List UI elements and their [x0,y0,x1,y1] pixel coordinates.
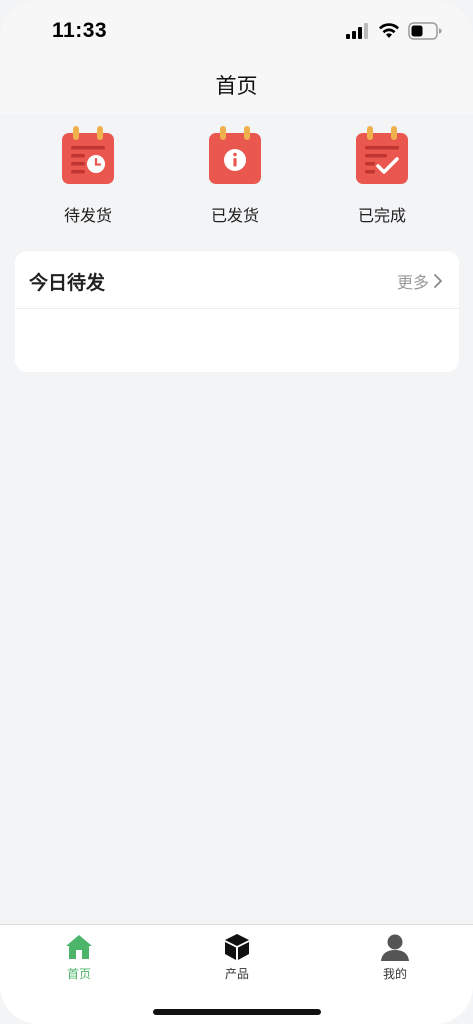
calendar-check-icon [356,126,408,184]
order-status-menu: 待发货 已发货 已完成 [0,120,473,230]
quick-item-completed[interactable]: 已完成 [322,126,442,226]
battery-icon [408,22,442,40]
quick-item-label: 已完成 [357,206,406,225]
status-time: 11:33 [52,19,108,42]
tab-products[interactable]: 产品 [177,933,297,982]
calendar-info-icon [209,126,261,184]
wifi-icon [379,23,399,38]
home-icon [66,935,92,959]
chevron-right-icon [434,274,442,288]
tab-mine[interactable]: 我的 [335,933,455,982]
box-icon [225,934,249,960]
tab-label: 我的 [382,967,407,981]
status-bar: 11:33 [0,0,473,62]
quick-item-label: 待发货 [63,206,112,225]
today-pending-card: 今日待发 更多 [15,251,459,372]
page-title: 首页 [215,74,258,98]
tab-label: 产品 [224,967,249,981]
card-title: 今日待发 [29,272,106,294]
tab-label: 首页 [66,967,91,981]
more-label: 更多 [396,273,429,292]
tab-home[interactable]: 首页 [19,933,139,982]
quick-item-pending-shipment[interactable]: 待发货 [28,126,148,226]
more-link[interactable]: 更多 [397,269,443,293]
user-icon [381,934,409,961]
quick-item-shipped[interactable]: 已发货 [175,126,295,226]
quick-item-label: 已发货 [210,206,259,225]
card-header: 今日待发 更多 [15,251,459,309]
home-indicator [153,1009,321,1015]
app-screen: 11:33 首页 待发货 已发货 已完成 今日待发 更多 首页 产品 我的 [0,0,473,1024]
cellular-signal-icon [346,23,368,39]
calendar-clock-icon [62,126,114,184]
nav-bar: 首页 [0,62,473,114]
